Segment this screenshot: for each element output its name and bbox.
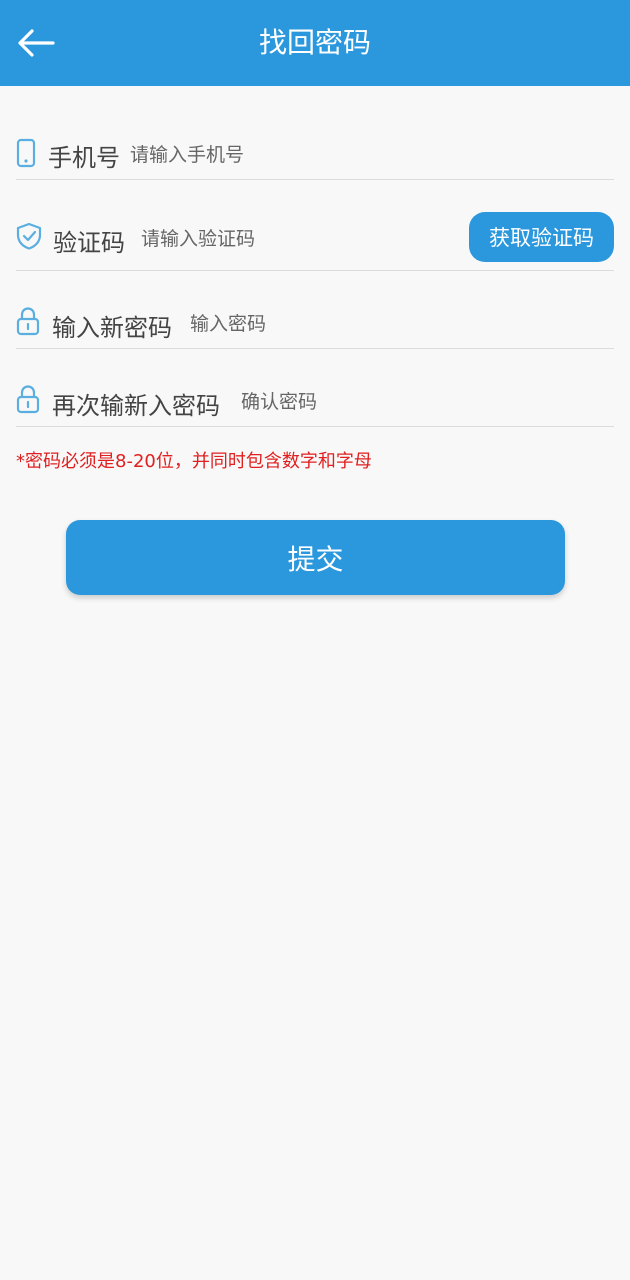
lock-icon	[16, 307, 40, 336]
code-input[interactable]	[141, 224, 441, 254]
new-password-label: 输入新密码	[52, 314, 172, 342]
phone-icon	[16, 138, 36, 168]
shield-check-icon	[16, 222, 42, 250]
get-code-button[interactable]: 获取验证码	[469, 212, 614, 262]
new-password-row: 输入新密码	[16, 290, 614, 349]
app-header: 找回密码	[0, 0, 630, 86]
confirm-password-input[interactable]	[241, 387, 601, 417]
phone-row: 手机号	[16, 120, 614, 180]
password-rule-hint: *密码必须是8-20位，并同时包含数字和字母	[16, 451, 372, 472]
lock-icon	[16, 385, 40, 414]
phone-input[interactable]	[130, 140, 590, 170]
confirm-password-row: 再次输新入密码	[16, 368, 614, 427]
phone-label: 手机号	[48, 144, 120, 172]
submit-button[interactable]: 提交	[66, 520, 565, 595]
page-title: 找回密码	[258, 26, 371, 59]
new-password-input[interactable]	[190, 309, 590, 339]
code-row: 验证码 获取验证码	[16, 198, 614, 271]
code-label: 验证码	[53, 229, 125, 257]
confirm-password-label: 再次输新入密码	[52, 392, 220, 420]
